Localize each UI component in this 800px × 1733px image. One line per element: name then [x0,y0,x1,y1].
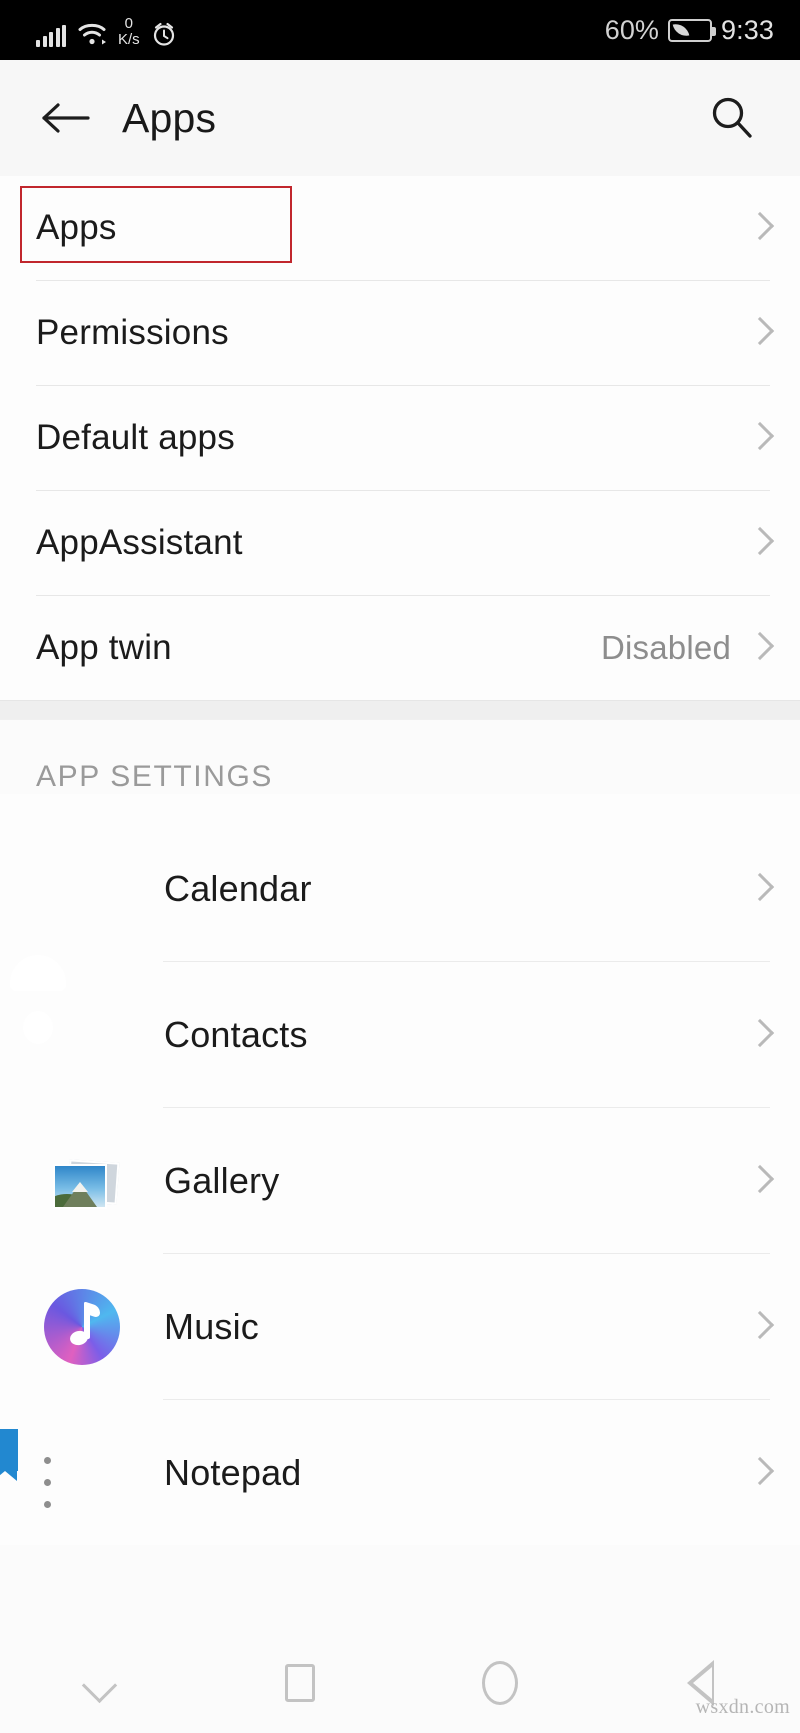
app-row-notepad[interactable]: Notepad [0,1400,800,1545]
app-row-music[interactable]: Music [0,1254,800,1399]
settings-row-label: Permissions [36,313,229,352]
chevron-down-icon[interactable] [0,1633,200,1733]
square-recents-icon[interactable] [200,1633,400,1733]
network-speed-unit: K/s [118,31,140,48]
status-bar-left: 0 K/s [36,13,177,47]
phone-screen: 0 K/s 60% 9:33 Apps Apps Permissions Def… [0,0,800,1733]
settings-row-label: AppAssistant [36,523,243,562]
chevron-right-icon [748,1016,770,1054]
settings-list: Apps Permissions Default apps AppAssista… [0,176,800,700]
settings-row-value: Disabled [600,629,731,666]
app-row-calendar[interactable]: Calendar [0,816,800,961]
settings-row-label: App twin [36,628,172,667]
notepad-app-icon [0,1428,126,1517]
chevron-right-icon [748,1162,770,1200]
chevron-right-icon [748,1454,770,1492]
chevron-right-icon [748,870,770,908]
circle-home-icon[interactable] [400,1633,600,1733]
app-row-label: Calendar [164,867,312,909]
status-bar: 0 K/s 60% 9:33 [0,0,800,60]
system-navigation-bar [0,1633,800,1733]
app-row-gallery[interactable]: Gallery [0,1108,800,1253]
network-speed-value: 0 [124,15,134,32]
gallery-app-icon [38,1137,126,1225]
chevron-right-icon [748,314,770,352]
section-header-app-settings: APP SETTINGS [36,760,274,793]
settings-row-apps[interactable]: Apps [0,176,800,280]
app-row-label: Contacts [164,1013,308,1055]
chevron-right-icon [748,419,770,457]
app-bar: Apps [0,60,800,176]
settings-row-appassistant[interactable]: AppAssistant [0,491,800,595]
settings-row-default-apps[interactable]: Default apps [0,386,800,490]
chevron-right-icon [748,629,770,667]
music-app-icon [38,1283,126,1371]
battery-percent-label: 60% [604,14,660,45]
app-row-label: Music [164,1305,260,1347]
app-row-label: Notepad [164,1451,302,1493]
chevron-right-icon [748,1308,770,1346]
wifi-icon [77,21,107,47]
cellular-signal-icon [36,25,66,47]
chevron-right-icon [748,209,770,247]
settings-row-label: Default apps [36,418,235,457]
calendar-app-icon [38,845,126,933]
back-arrow-icon[interactable] [36,89,94,147]
app-row-label: Gallery [164,1159,280,1201]
app-settings-list: Calendar Contacts Gallery Music Notepad [0,794,800,1545]
battery-power-saving-icon [668,18,717,42]
search-icon[interactable] [704,90,760,146]
alarm-clock-icon [151,21,177,47]
page-title: Apps [122,94,217,141]
clock-label: 9:33 [721,14,774,45]
chevron-right-icon [748,524,770,562]
network-speed-indicator: 0 K/s [118,16,140,47]
settings-row-app-twin[interactable]: App twin Disabled [0,596,800,700]
watermark-label: wsxdn.com [695,1696,790,1718]
status-bar-right: 60% 9:33 [605,15,774,46]
contacts-app-icon [10,954,126,1079]
settings-row-label: Apps [36,208,117,247]
section-gap [0,700,800,720]
settings-row-permissions[interactable]: Permissions [0,281,800,385]
app-row-contacts[interactable]: Contacts [0,954,800,1107]
